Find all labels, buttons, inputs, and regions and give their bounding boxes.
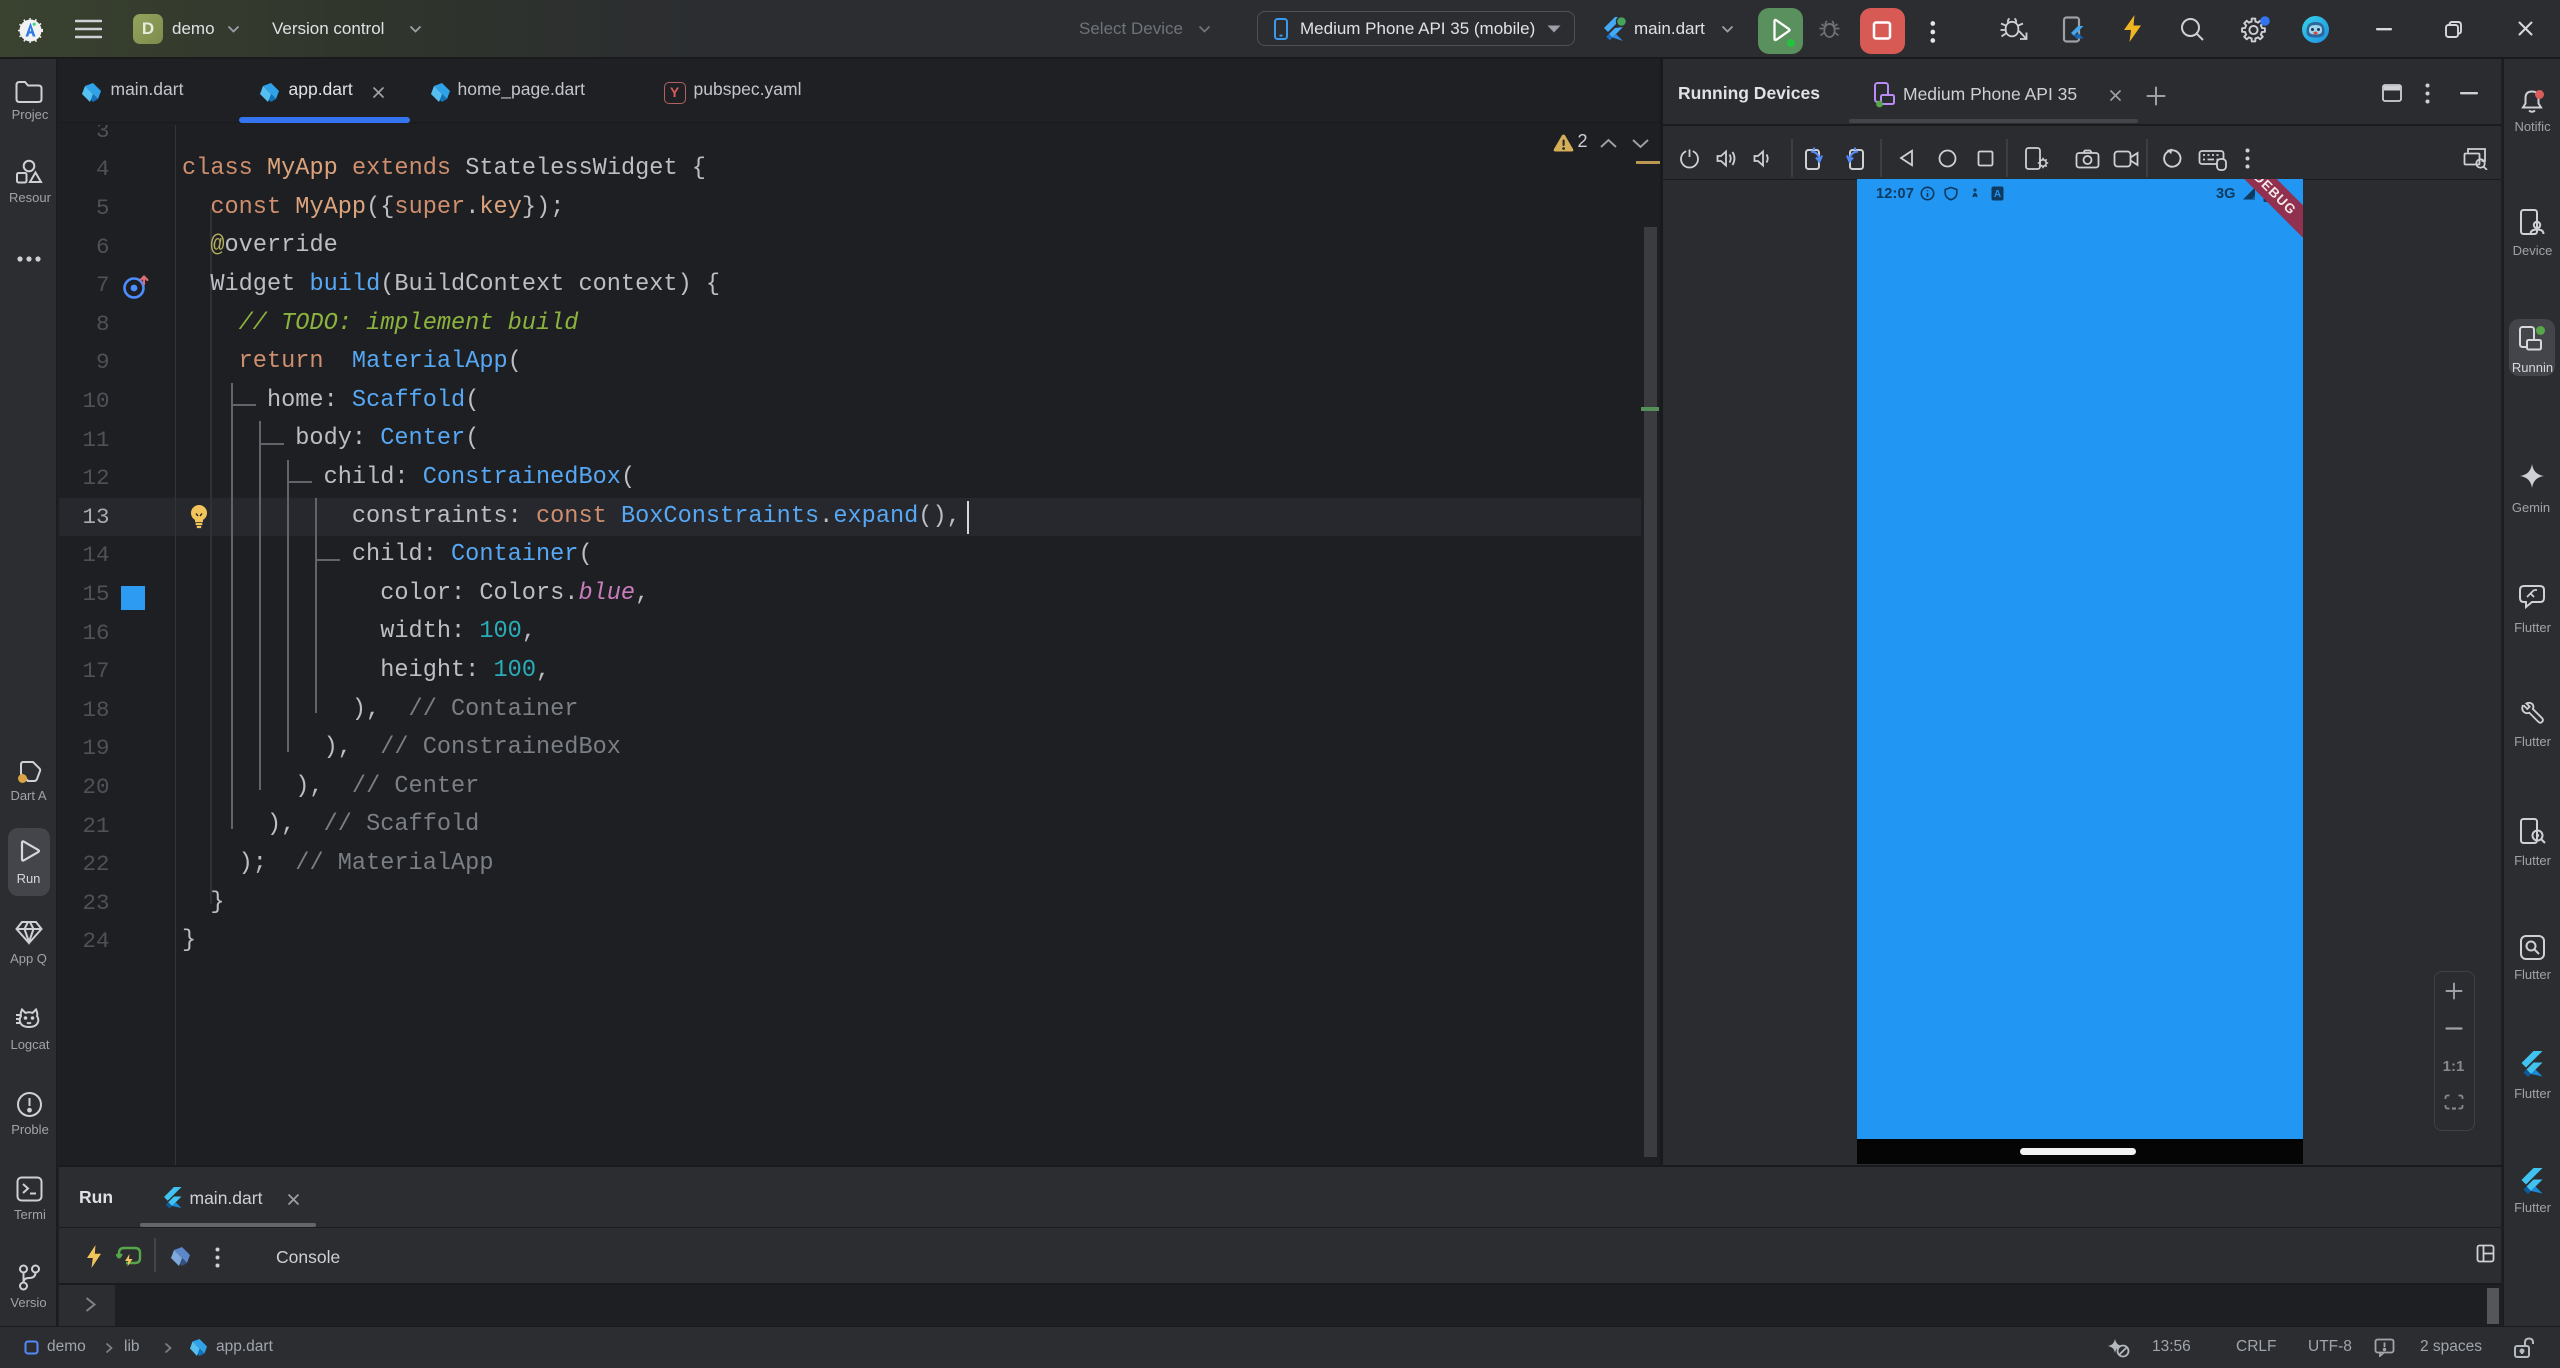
svg-text:A: A bbox=[1994, 189, 2001, 200]
